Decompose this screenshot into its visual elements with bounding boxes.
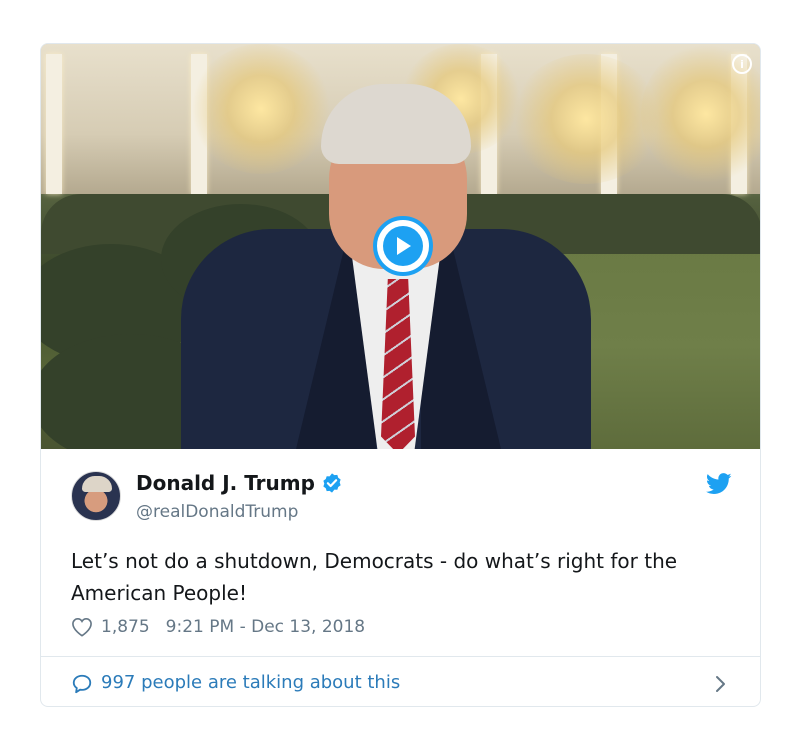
lit-tree xyxy=(191,44,331,174)
info-icon[interactable]: i xyxy=(732,54,752,74)
heart-icon[interactable] xyxy=(71,617,93,637)
tweet-timestamp[interactable]: 9:21 PM - Dec 13, 2018 xyxy=(166,617,365,637)
tweet-text: Let’s not do a shutdown, Democrats - do … xyxy=(71,549,678,605)
author-row: Donald J. Trump xyxy=(136,471,343,495)
tweet-meta: 1,875 9:21 PM - Dec 13, 2018 xyxy=(71,617,365,637)
author-name[interactable]: Donald J. Trump xyxy=(136,471,315,495)
twitter-bird-icon[interactable] xyxy=(706,473,732,495)
lit-tree xyxy=(511,54,661,184)
avatar-hair xyxy=(82,476,112,492)
pillar xyxy=(46,54,62,194)
play-button[interactable] xyxy=(373,216,433,276)
verified-badge-icon xyxy=(323,473,341,493)
tweet-card: i Donald J. Trump @realDonaldTrump Let’s… xyxy=(40,43,761,707)
like-count[interactable]: 1,875 xyxy=(101,617,150,637)
conversation-link[interactable]: 997 people are talking about this xyxy=(41,657,760,706)
video-thumbnail[interactable]: i xyxy=(41,44,760,449)
speech-bubble-icon xyxy=(72,674,92,694)
chevron-right-icon xyxy=(716,676,725,692)
conversation-label: 997 people are talking about this xyxy=(101,672,401,693)
avatar[interactable] xyxy=(71,471,121,521)
play-icon xyxy=(383,226,423,266)
author-handle[interactable]: @realDonaldTrump xyxy=(136,502,298,522)
